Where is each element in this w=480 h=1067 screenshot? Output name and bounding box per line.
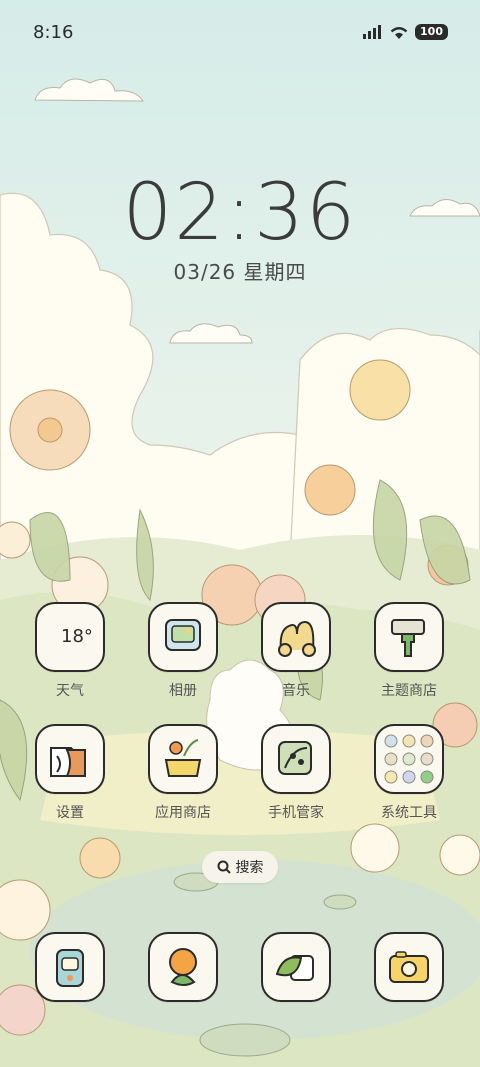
app-theme-store[interactable]: 主题商店: [357, 602, 461, 700]
dock-app-phone[interactable]: [18, 932, 122, 1002]
search-button[interactable]: 搜索: [202, 851, 278, 883]
date-label: 03/26 星期四: [173, 260, 307, 284]
search-label: 搜索: [235, 860, 264, 876]
leaf-message-icon: [261, 932, 331, 1002]
music-icon: [261, 602, 331, 672]
app-label: 主题商店: [381, 683, 437, 699]
settings-icon: [35, 724, 105, 794]
search-icon: [217, 860, 231, 874]
weather-icon: 18°: [35, 602, 105, 672]
walkie-talkie-icon: [35, 932, 105, 1002]
app-label: 手机管家: [268, 805, 324, 821]
paint-brush-icon: [374, 602, 444, 672]
app-label: 应用商店: [155, 805, 211, 821]
app-system-tools[interactable]: 系统工具: [357, 724, 461, 822]
wifi-icon: [390, 26, 408, 39]
app-music[interactable]: 音乐: [244, 602, 348, 700]
dock-app-browser[interactable]: [244, 932, 348, 1002]
app-weather[interactable]: 18° 天气: [18, 602, 122, 700]
flower-pot-icon: [148, 724, 218, 794]
battery-indicator: 100: [415, 24, 448, 40]
app-settings[interactable]: 设置: [18, 724, 122, 822]
flower-icon: [148, 932, 218, 1002]
dock-app-camera[interactable]: [357, 932, 461, 1002]
status-time: 8:16: [33, 22, 74, 43]
app-label: 天气: [56, 683, 84, 699]
wallpaper: [0, 0, 480, 1067]
signal-icon: [363, 25, 382, 39]
dock-app-messages[interactable]: [131, 932, 235, 1002]
app-label: 相册: [169, 683, 197, 699]
weather-temp: 18°: [61, 626, 93, 647]
folder-icon: [374, 724, 444, 794]
app-label: 音乐: [282, 683, 310, 699]
app-app-store[interactable]: 应用商店: [131, 724, 235, 822]
gallery-icon: [148, 602, 218, 672]
status-icons: 100: [363, 24, 448, 40]
app-label: 设置: [56, 805, 84, 821]
app-phone-manager[interactable]: 手机管家: [244, 724, 348, 822]
status-bar: 8:16 100: [0, 0, 480, 68]
app-gallery[interactable]: 相册: [131, 602, 235, 700]
app-label: 系统工具: [381, 805, 437, 821]
clock-widget[interactable]: 02:36: [0, 168, 480, 258]
shield-leaf-icon: [261, 724, 331, 794]
camera-icon: [374, 932, 444, 1002]
